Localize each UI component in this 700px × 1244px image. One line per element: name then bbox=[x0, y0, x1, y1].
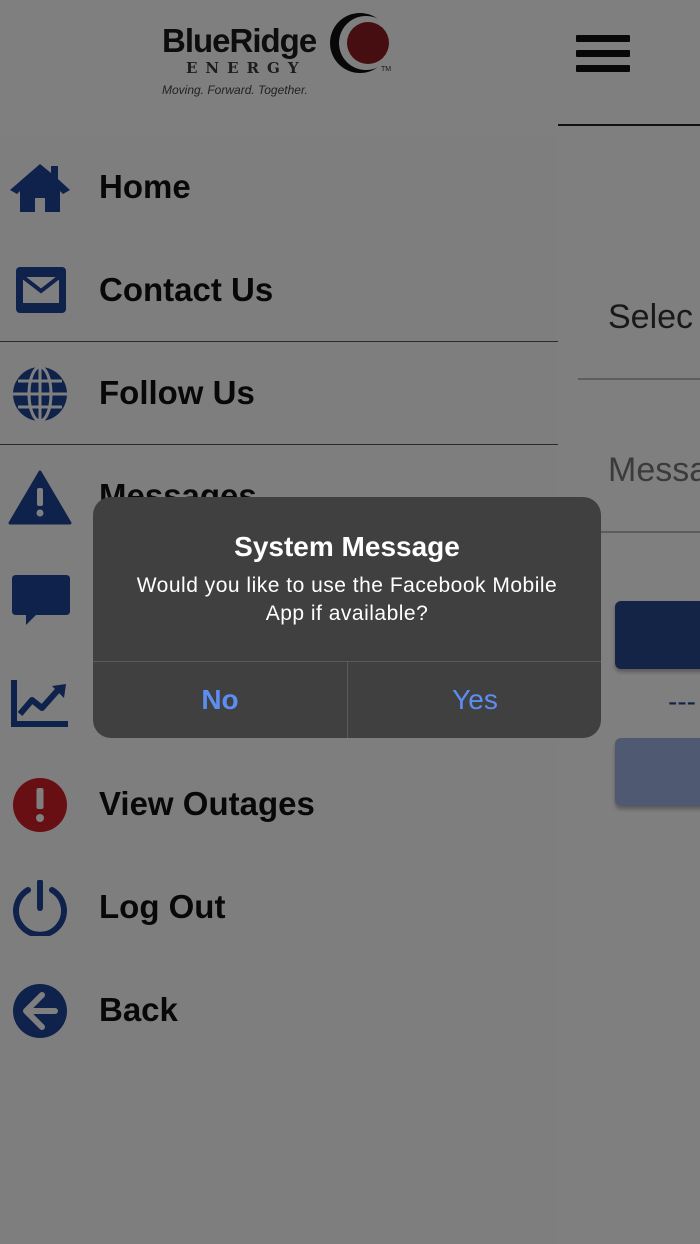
yes-button[interactable]: Yes bbox=[348, 662, 601, 738]
system-message-dialog: System Message Would you like to use the… bbox=[93, 497, 601, 738]
no-button[interactable]: No bbox=[93, 662, 347, 738]
dialog-message: Would you like to use the Facebook Mobil… bbox=[136, 574, 558, 625]
dialog-title: System Message bbox=[234, 531, 460, 562]
